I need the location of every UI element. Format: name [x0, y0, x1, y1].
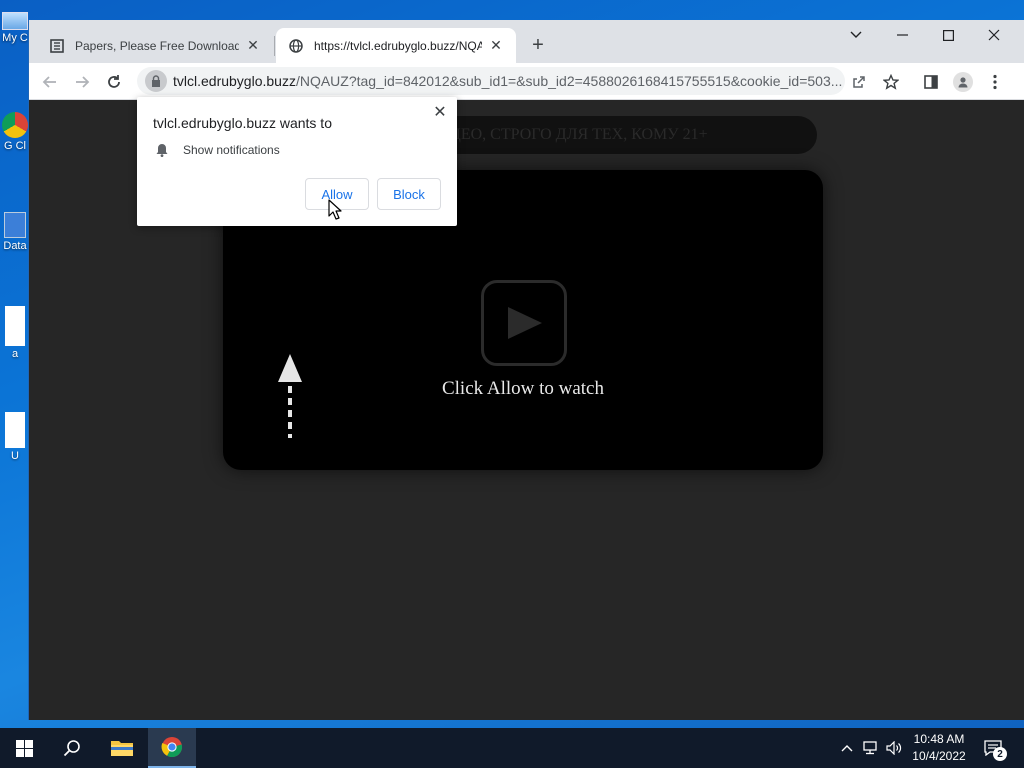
document-icon — [5, 412, 25, 448]
tab-close-icon[interactable]: ✕ — [488, 37, 504, 54]
search-icon[interactable] — [48, 728, 96, 768]
bookmark-star-icon[interactable] — [878, 69, 904, 95]
permission-label: Show notifications — [183, 143, 280, 157]
clock-time: 10:48 AM — [913, 732, 965, 746]
new-tab-button[interactable]: + — [527, 34, 549, 56]
desktop-icon-label: My C — [2, 32, 28, 44]
taskbar-clock[interactable]: 10:48 AM 10/4/2022 — [906, 731, 972, 765]
file-explorer-folder-icon[interactable] — [98, 728, 146, 768]
minimize-button[interactable] — [879, 20, 925, 50]
profile-avatar-icon[interactable] — [950, 69, 976, 95]
network-icon[interactable] — [861, 728, 881, 768]
desktop-icon-label: G Cl — [4, 140, 26, 152]
tab-active-site[interactable]: https://tvlcl.edrubyglo.buzz/NQA ✕ — [276, 28, 516, 63]
address-bar[interactable]: tvlcl.edrubyglo.buzz/NQAUZ?tag_id=842012… — [137, 67, 845, 95]
globe-icon — [288, 38, 304, 54]
document-icon — [5, 306, 25, 346]
url-path: /NQAUZ?tag_id=842012&sub_id1=&sub_id2=45… — [295, 73, 843, 89]
tab-search-chevron-down-icon[interactable] — [833, 20, 879, 50]
block-button[interactable]: Block — [377, 178, 441, 210]
side-panel-icon[interactable] — [918, 69, 944, 95]
chrome-taskbar-icon[interactable] — [148, 728, 196, 768]
volume-icon[interactable] — [884, 728, 904, 768]
tab-title: https://tvlcl.edrubyglo.buzz/NQA — [314, 38, 482, 53]
prompt-title: tvlcl.edrubyglo.buzz wants to — [153, 115, 332, 131]
action-center-icon[interactable]: 2 — [978, 728, 1008, 768]
tab-papers-please[interactable]: Papers, Please Free Download (v ✕ — [37, 28, 273, 63]
play-icon[interactable] — [481, 280, 567, 366]
taskbar: 10:48 AM 10/4/2022 2 — [0, 728, 1024, 768]
desktop-icon-file-u[interactable]: U — [0, 412, 30, 462]
desktop-icon-label: U — [11, 450, 19, 462]
windows-start-icon[interactable] — [0, 728, 48, 768]
desktop-icon-this-pc[interactable]: My C — [0, 6, 30, 44]
tab-separator — [274, 36, 275, 56]
back-arrow-icon[interactable] — [37, 69, 63, 95]
desktop-icon-label: Data — [3, 240, 27, 252]
close-window-button[interactable] — [971, 20, 1017, 50]
chevron-up-icon[interactable] — [838, 728, 856, 768]
dashed-up-arrow-icon — [278, 354, 302, 438]
browser-toolbar: tvlcl.edrubyglo.buzz/NQAUZ?tag_id=842012… — [29, 63, 1024, 100]
url-host: tvlcl.edrubyglo.buzz — [173, 73, 296, 89]
notification-count-badge: 2 — [993, 747, 1007, 761]
tab-title: Papers, Please Free Download (v — [75, 38, 239, 53]
kebab-menu-icon[interactable] — [982, 69, 1008, 95]
close-icon[interactable]: ✕ — [431, 103, 449, 121]
banner-text: ИДЕО, СТРОГО ДЛЯ ТЕХ, КОМУ 21+ — [438, 126, 708, 143]
tab-close-icon[interactable]: ✕ — [245, 37, 261, 54]
document-favicon-icon — [49, 38, 65, 54]
computer-icon — [2, 12, 28, 30]
clock-date: 10/4/2022 — [912, 749, 966, 763]
shortcut-icon — [4, 212, 26, 238]
chrome-icon — [2, 112, 28, 138]
notification-permission-prompt: ✕ tvlcl.edrubyglo.buzz wants to Show not… — [137, 97, 457, 226]
desktop-icon-file-a[interactable]: a — [0, 306, 30, 360]
share-icon[interactable] — [846, 69, 872, 95]
maximize-button[interactable] — [925, 20, 971, 50]
mouse-cursor-icon — [328, 199, 342, 220]
desktop-icon-chrome[interactable]: G Cl — [0, 112, 30, 152]
bell-icon — [155, 143, 169, 157]
reload-icon[interactable] — [101, 69, 127, 95]
permission-row: Show notifications — [155, 143, 280, 157]
lock-icon[interactable] — [145, 70, 167, 92]
click-allow-text: Click Allow to watch — [441, 378, 604, 399]
forward-arrow-icon[interactable] — [69, 69, 95, 95]
desktop-icon-data[interactable]: Data — [0, 212, 30, 252]
desktop-icon-label: a — [11, 348, 19, 360]
tab-strip: Papers, Please Free Download (v ✕ https:… — [29, 20, 1024, 63]
